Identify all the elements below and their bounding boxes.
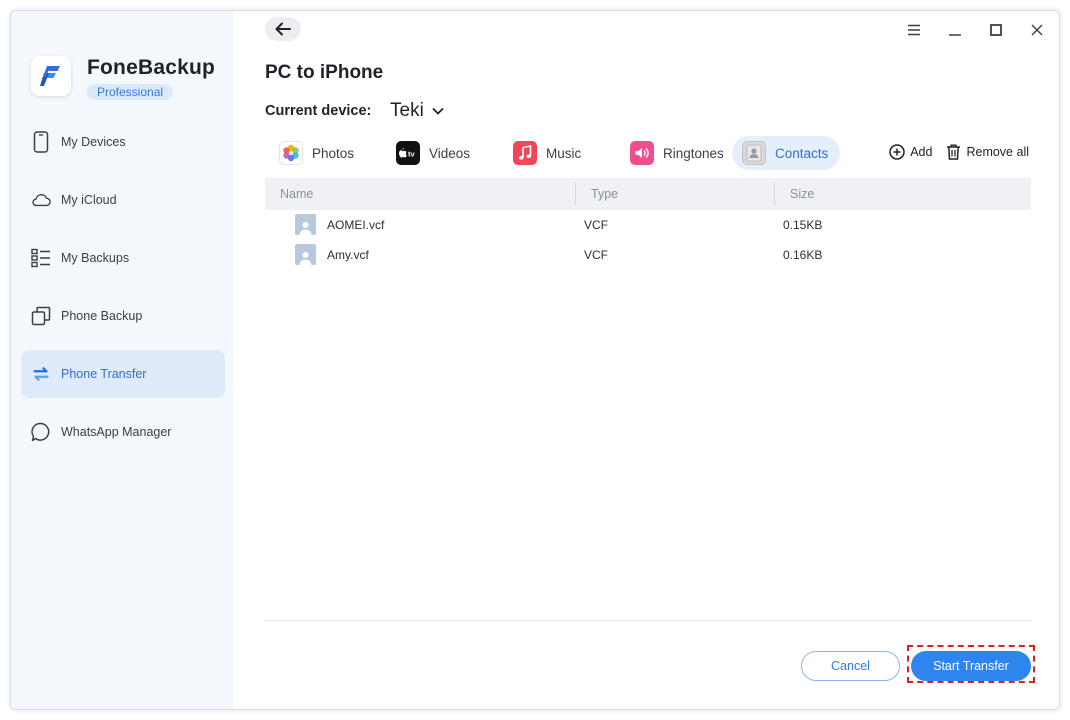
- table-row[interactable]: AOMEI.vcf VCF 0.15KB: [265, 210, 1031, 240]
- chat-bubble-icon: [31, 421, 51, 443]
- table-header: Name Type Size: [265, 178, 1031, 210]
- window-controls: [902, 19, 1049, 41]
- footer-divider: [265, 620, 1031, 621]
- sidebar-item-label: My Devices: [61, 135, 126, 149]
- copy-icon: [31, 305, 51, 327]
- file-type: VCF: [584, 248, 608, 262]
- main-panel: PC to iPhone Current device: Teki Photos…: [234, 11, 1059, 709]
- list-icon: [31, 247, 51, 269]
- brand: FoneBackup Professional: [31, 56, 231, 100]
- photos-icon: [279, 141, 303, 165]
- start-transfer-button[interactable]: Start Transfer: [911, 651, 1031, 681]
- contacts-icon: [742, 141, 766, 165]
- file-table: Name Type Size AOMEI.vcf VCF 0.15KB Amy.…: [265, 178, 1031, 270]
- svg-text:tv: tv: [408, 150, 415, 159]
- column-header-name[interactable]: Name: [280, 187, 313, 201]
- tab-label: Photos: [312, 145, 355, 161]
- contact-file-icon: [295, 244, 316, 265]
- sidebar-item-label: WhatsApp Manager: [61, 425, 172, 439]
- column-divider: [575, 183, 576, 205]
- file-size: 0.15KB: [783, 218, 823, 232]
- close-button[interactable]: [1025, 19, 1049, 41]
- file-type: VCF: [584, 218, 608, 232]
- back-button[interactable]: [265, 17, 301, 41]
- tab-label: Music: [546, 145, 582, 161]
- column-header-size[interactable]: Size: [790, 187, 814, 201]
- tab-photos[interactable]: Photos: [269, 136, 366, 170]
- column-divider: [774, 183, 775, 205]
- remove-all-button[interactable]: Remove all: [946, 144, 1029, 160]
- menu-button[interactable]: [902, 19, 926, 41]
- maximize-button[interactable]: [984, 19, 1008, 41]
- contact-file-icon: [295, 214, 316, 235]
- device-name: Teki: [390, 100, 424, 121]
- tab-contacts[interactable]: Contacts: [732, 136, 841, 170]
- maximize-icon: [990, 24, 1002, 36]
- chevron-down-icon: [432, 107, 444, 115]
- tab-videos[interactable]: tv Videos: [386, 136, 482, 170]
- page-title: PC to iPhone: [265, 62, 384, 83]
- sidebar-nav: My Devices My iCloud My Backups Phone Ba…: [21, 118, 225, 466]
- close-icon: [1031, 24, 1043, 36]
- tab-label: Ringtones: [663, 145, 724, 161]
- sidebar-item-whatsapp-manager[interactable]: WhatsApp Manager: [21, 408, 225, 456]
- sidebar-item-label: Phone Backup: [61, 309, 143, 323]
- minimize-button[interactable]: [943, 19, 967, 41]
- music-note-icon: [513, 141, 537, 165]
- sidebar-item-label: Phone Transfer: [61, 367, 147, 381]
- arrow-left-icon: [275, 22, 291, 36]
- trash-icon: [947, 144, 961, 160]
- apple-tv-icon: tv: [396, 141, 420, 165]
- speaker-icon: [630, 141, 654, 165]
- list-actions: Add Remove all: [889, 144, 1029, 160]
- sidebar-item-label: My iCloud: [61, 193, 117, 207]
- phone-icon: [31, 131, 51, 153]
- sidebar: FoneBackup Professional My Devices My iC…: [11, 11, 234, 709]
- tab-ringtones[interactable]: Ringtones: [620, 136, 736, 170]
- file-name: Amy.vcf: [327, 248, 369, 262]
- remove-all-label: Remove all: [966, 145, 1029, 159]
- cloud-icon: [31, 189, 51, 211]
- tab-music[interactable]: Music: [503, 136, 593, 170]
- add-label: Add: [910, 145, 933, 159]
- column-header-type[interactable]: Type: [591, 187, 618, 201]
- fonebackup-logo-icon: [31, 56, 71, 96]
- hamburger-menu-icon: [908, 24, 920, 36]
- sidebar-item-phone-backup[interactable]: Phone Backup: [21, 292, 225, 340]
- sidebar-item-my-backups[interactable]: My Backups: [21, 234, 225, 282]
- tab-label: Contacts: [775, 145, 829, 161]
- current-device-label: Current device:: [265, 103, 372, 119]
- plus-circle-icon: [889, 144, 905, 160]
- app-window: FoneBackup Professional My Devices My iC…: [10, 10, 1060, 710]
- cancel-button[interactable]: Cancel: [801, 651, 900, 681]
- sidebar-item-my-devices[interactable]: My Devices: [21, 118, 225, 166]
- minimize-icon: [949, 34, 961, 36]
- device-selector[interactable]: Teki: [390, 100, 444, 122]
- transfer-arrows-icon: [31, 363, 51, 385]
- file-name: AOMEI.vcf: [327, 218, 385, 232]
- sidebar-item-phone-transfer[interactable]: Phone Transfer: [21, 350, 225, 398]
- sidebar-item-my-icloud[interactable]: My iCloud: [21, 176, 225, 224]
- file-size: 0.16KB: [783, 248, 823, 262]
- app-name: FoneBackup: [87, 56, 216, 79]
- add-button[interactable]: Add: [889, 144, 932, 160]
- table-row[interactable]: Amy.vcf VCF 0.16KB: [265, 240, 1031, 270]
- tab-label: Videos: [429, 145, 471, 161]
- edition-badge: Professional: [87, 84, 174, 100]
- sidebar-item-label: My Backups: [61, 251, 130, 265]
